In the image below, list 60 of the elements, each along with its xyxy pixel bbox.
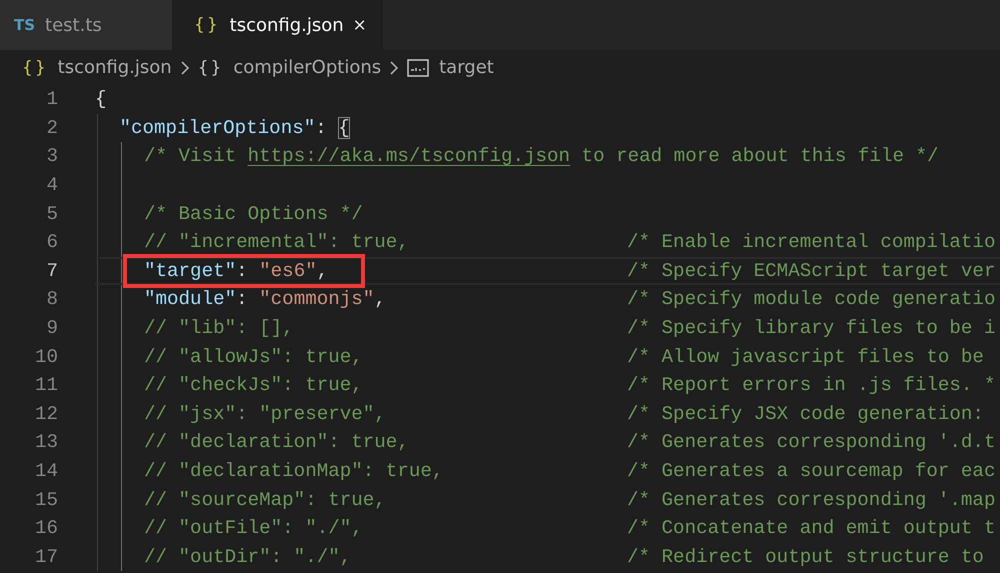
file-type-icon: {}: [22, 58, 48, 78]
editor-tab[interactable]: {} tsconfig.json: [172, 0, 383, 50]
code-comment: /* Allow javascript files to be: [627, 346, 985, 368]
line-number: 12: [34, 402, 59, 425]
code-line: // "declarationMap": true,: [144, 460, 444, 482]
line-number: 11: [34, 374, 59, 396]
code-line: // "sourceMap": true,: [144, 488, 386, 511]
code-line: // "jsx": "preserve",: [144, 402, 386, 425]
code-comment: /* Specify library files to be i: [627, 317, 996, 340]
code-line: // "incremental": true,: [144, 231, 409, 254]
file-type-icon: {}: [194, 15, 220, 35]
line-number: 10: [34, 346, 59, 368]
line-number: 9: [45, 317, 59, 340]
chevron-right-icon: [180, 60, 190, 76]
line-number: 16: [34, 517, 59, 540]
line-number: 4: [45, 174, 59, 196]
code-line: // "outDir": "./",: [144, 546, 352, 568]
code-comment: /* Report errors in .js files. *: [627, 374, 996, 396]
code-comment: /* Redirect output structure to: [627, 546, 985, 568]
breadcrumb-item[interactable]: target: [439, 57, 494, 78]
breadcrumb-item[interactable]: tsconfig.json: [58, 57, 172, 78]
code-line: // "checkJs": true,: [144, 374, 363, 396]
line-number: 15: [34, 488, 59, 511]
code-line: "target": "es6",: [144, 260, 328, 282]
code-comment: /* Specify ECMAScript target ver: [627, 260, 996, 282]
code-line: // "outFile": "./",: [144, 517, 363, 540]
breadcrumb-item[interactable]: compilerOptions: [233, 57, 382, 78]
code-line: {: [95, 88, 107, 110]
line-number: 5: [45, 202, 59, 225]
line-number: 3: [45, 145, 59, 168]
line-number: 2: [45, 116, 59, 139]
code-line: /* Visit https://aka.ms/tsconfig.json to read more about this file */: [144, 145, 939, 168]
line-number: 1: [45, 88, 59, 110]
string-symbol-icon: [407, 58, 430, 76]
object-symbol-icon: {}: [198, 58, 224, 78]
line-number: 17: [34, 546, 59, 568]
line-number: 14: [34, 460, 59, 482]
code-line: /* Basic Options */: [144, 202, 363, 225]
code-comment: /* Specify module code generatio: [627, 288, 996, 310]
code-line: "module": "commonjs",: [144, 288, 386, 310]
code-comment: /* Specify JSX code generation:: [627, 402, 985, 425]
code-line: "compilerOptions": {: [120, 116, 350, 139]
line-number: 8: [45, 288, 59, 310]
indent-guide: [97, 258, 98, 284]
code-line: // "lib": [],: [144, 317, 294, 340]
code-line: // "declaration": true,: [144, 431, 409, 454]
line-number: 13: [34, 431, 59, 454]
code-comment: /* Generates a sourcemap for eac: [627, 460, 996, 482]
editor-tab[interactable]: TS test.ts: [0, 0, 172, 50]
code-link[interactable]: https://aka.ms/tsconfig.json: [248, 145, 570, 168]
code-comment: /* Enable incremental compilatio: [627, 231, 996, 254]
code-comment: /* Generates corresponding '.d.t: [627, 431, 996, 454]
code-comment: /* Generates corresponding '.map: [627, 488, 996, 511]
indent-guide: [121, 258, 122, 284]
code-line: // "allowJs": true,: [144, 346, 363, 368]
file-type-icon: TS: [14, 16, 36, 34]
line-number: 7: [45, 260, 59, 282]
line-number: 6: [45, 231, 59, 254]
code-comment: /* Concatenate and emit output t: [627, 517, 996, 540]
chevron-right-icon: [389, 60, 400, 76]
